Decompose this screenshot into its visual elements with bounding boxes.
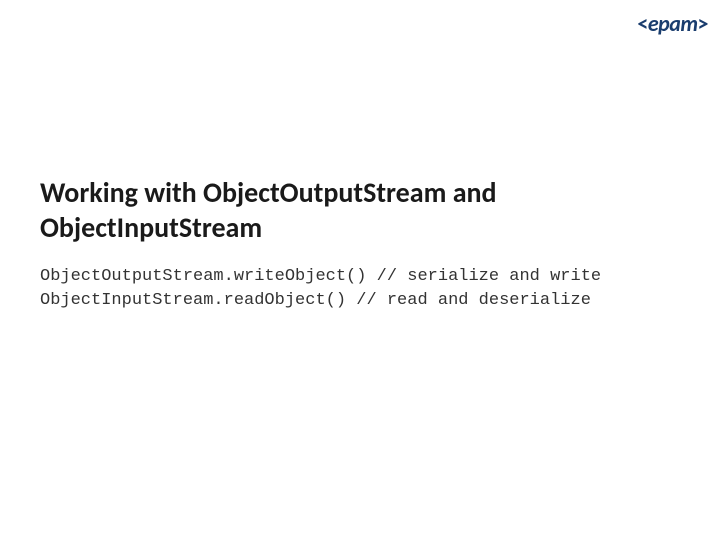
- slide-title: Working with ObjectOutputStream and Obje…: [40, 175, 680, 245]
- brand-logo: <epam>: [637, 10, 708, 37]
- code-line: ObjectInputStream.readObject() // read a…: [40, 291, 591, 310]
- code-line: ObjectOutputStream.writeObject() // seri…: [40, 267, 601, 286]
- code-block: ObjectOutputStream.writeObject() // seri…: [40, 265, 680, 313]
- slide-content: Working with ObjectOutputStream and Obje…: [40, 175, 680, 313]
- logo-text: epam: [648, 10, 698, 37]
